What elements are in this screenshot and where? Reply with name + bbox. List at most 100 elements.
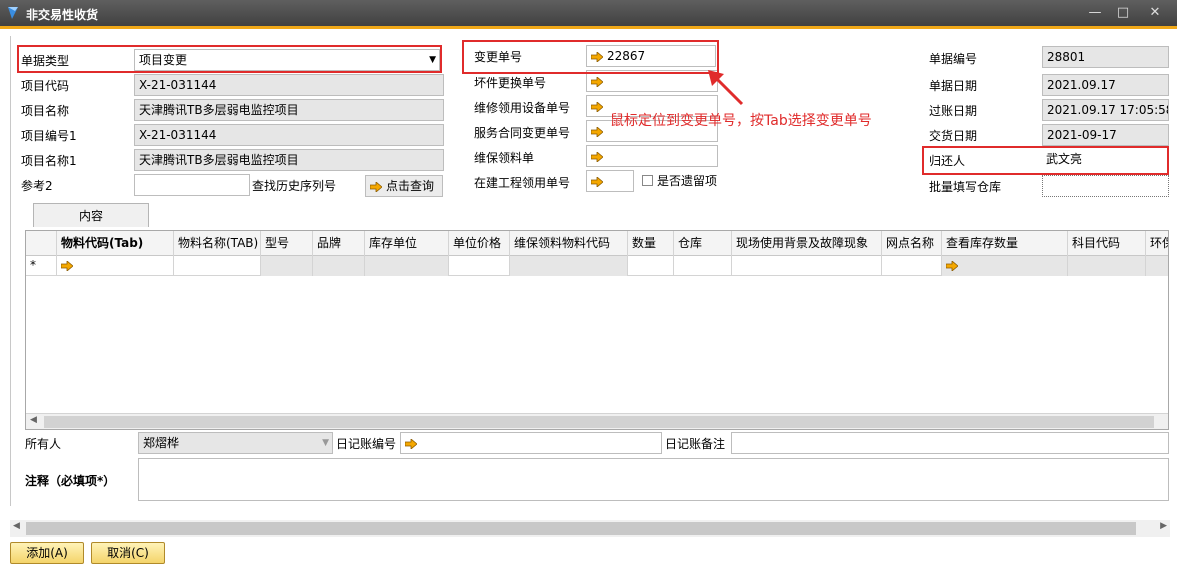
cell-stock-unit	[365, 256, 449, 276]
col-env[interactable]: 环保	[1146, 231, 1168, 256]
cell-material-code[interactable]	[57, 256, 174, 276]
construction-label: 在建工程领用单号	[474, 176, 571, 190]
grid-corner	[26, 231, 57, 256]
query-button-label: 点击查询	[386, 179, 435, 193]
col-material-code[interactable]: 物料代码(Tab)	[57, 231, 174, 256]
project-no1-field[interactable]: X-21-031144	[134, 124, 444, 146]
cell-brand	[313, 256, 365, 276]
app-logo-icon	[8, 7, 18, 19]
arrow-right-icon[interactable]	[591, 151, 603, 162]
remark-label: 注释（必填项*）	[25, 474, 116, 488]
cell-env	[1146, 256, 1168, 276]
col-stock-qty[interactable]: 查看库存数量	[942, 231, 1068, 256]
form-horizontal-scrollbar[interactable]: ◀ ▶	[10, 520, 1170, 537]
journal-note-field[interactable]	[731, 432, 1169, 454]
chevron-down-icon[interactable]: ▼	[322, 433, 329, 453]
col-material-name[interactable]: 物料名称(TAB)	[174, 231, 261, 256]
scroll-left-icon[interactable]: ◀	[30, 415, 37, 425]
highlight-doc-type	[17, 45, 442, 73]
cancel-button[interactable]: 取消(C)	[91, 542, 165, 564]
col-quantity[interactable]: 数量	[628, 231, 674, 256]
arrow-right-icon[interactable]	[61, 260, 73, 271]
col-unit-price[interactable]: 单位价格	[449, 231, 510, 256]
owner-select[interactable]: 郑熠桦 ▼	[138, 432, 333, 454]
query-button[interactable]: 点击查询	[365, 175, 443, 197]
annotation-text: 鼠标定位到变更单号，按Tab选择变更单号	[610, 113, 872, 129]
accent-line	[0, 26, 1177, 29]
close-icon[interactable]: ✕	[1146, 5, 1164, 21]
arrow-right-icon[interactable]	[591, 76, 603, 87]
items-grid: 物料代码(Tab) 物料名称(TAB) 型号 品牌 库存单位 单位价格 维保领料…	[25, 230, 1169, 430]
tab-content[interactable]: 内容	[33, 203, 149, 227]
ref2-label: 参考2	[21, 179, 53, 193]
ref2-field[interactable]	[134, 174, 250, 196]
delivery-date-label: 交货日期	[929, 129, 978, 143]
col-maintenance-code[interactable]: 维保领料物料代码	[510, 231, 628, 256]
scroll-left-icon[interactable]: ◀	[13, 521, 20, 531]
journal-no-field[interactable]	[400, 432, 662, 454]
arrow-right-icon[interactable]	[405, 438, 417, 449]
highlight-change-no	[462, 40, 719, 74]
cell-site-name[interactable]	[882, 256, 942, 276]
grid-header: 物料代码(Tab) 物料名称(TAB) 型号 品牌 库存单位 单位价格 维保领料…	[26, 231, 1168, 256]
posting-date-field[interactable]: 2021.09.17 17:05:58	[1042, 99, 1169, 121]
minimize-icon[interactable]: —	[1086, 5, 1104, 21]
project-no1-label: 项目编号1	[21, 129, 77, 143]
col-brand[interactable]: 品牌	[313, 231, 365, 256]
maintenance-material-label: 维保领料单	[474, 151, 535, 165]
cell-model	[261, 256, 313, 276]
project-code-label: 项目代码	[21, 79, 70, 93]
arrow-right-icon[interactable]	[591, 101, 603, 112]
col-stock-unit[interactable]: 库存单位	[365, 231, 449, 256]
arrow-right-icon[interactable]	[946, 260, 958, 271]
cell-warehouse[interactable]	[674, 256, 732, 276]
project-name1-field[interactable]: 天津腾讯TB多层弱电监控项目	[134, 149, 444, 171]
owner-value: 郑熠桦	[143, 436, 180, 450]
cell-fault-desc[interactable]	[732, 256, 882, 276]
cell-stock-qty[interactable]	[942, 256, 1068, 276]
journal-note-label: 日记账备注	[665, 437, 726, 451]
arrow-right-icon	[370, 181, 382, 192]
col-warehouse[interactable]: 仓库	[674, 231, 732, 256]
table-row[interactable]: *	[26, 256, 1168, 276]
remark-field[interactable]	[138, 458, 1169, 501]
cell-unit-price[interactable]	[449, 256, 510, 276]
batch-warehouse-label: 批量填写仓库	[929, 180, 1002, 194]
doc-date-field[interactable]: 2021.09.17	[1042, 74, 1169, 96]
add-button[interactable]: 添加(A)	[10, 542, 84, 564]
cell-quantity[interactable]	[628, 256, 674, 276]
scroll-right-icon[interactable]: ▶	[1160, 521, 1167, 531]
broken-replace-label: 坏件更换单号	[474, 76, 547, 90]
annotation-arrow-icon	[708, 70, 744, 106]
owner-label: 所有人	[25, 437, 62, 451]
grid-horizontal-scrollbar[interactable]: ◀	[26, 413, 1168, 429]
window-title: 非交易性收货	[26, 8, 99, 22]
arrow-right-icon[interactable]	[591, 176, 603, 187]
arrow-right-icon[interactable]	[591, 126, 603, 137]
project-code-field[interactable]: X-21-031144	[134, 74, 444, 96]
cell-account-code	[1068, 256, 1146, 276]
service-contract-label: 服务合同变更单号	[474, 126, 571, 140]
col-site-name[interactable]: 网点名称	[882, 231, 942, 256]
col-account-code[interactable]: 科目代码	[1068, 231, 1146, 256]
delivery-date-field[interactable]: 2021-09-17	[1042, 124, 1169, 146]
project-name-field[interactable]: 天津腾讯TB多层弱电监控项目	[134, 99, 444, 121]
scroll-thumb[interactable]	[44, 416, 1154, 428]
maintenance-material-field[interactable]	[586, 145, 718, 167]
cell-maintenance-code	[510, 256, 628, 276]
maximize-icon[interactable]: □	[1114, 5, 1132, 21]
cell-material-name[interactable]	[174, 256, 261, 276]
new-row-marker: *	[26, 256, 57, 276]
doc-no-field[interactable]: 28801	[1042, 46, 1169, 68]
posting-date-label: 过账日期	[929, 104, 978, 118]
scroll-thumb[interactable]	[26, 522, 1136, 535]
col-model[interactable]: 型号	[261, 231, 313, 256]
leftover-checkbox[interactable]	[642, 175, 653, 186]
col-fault-desc[interactable]: 现场使用背景及故障现象	[732, 231, 882, 256]
journal-no-label: 日记账编号	[336, 437, 397, 451]
title-bar: 非交易性收货 — □ ✕	[0, 0, 1177, 28]
history-serial-label: 查找历史序列号	[252, 179, 337, 193]
leftover-label: 是否遗留项	[657, 174, 718, 188]
construction-field[interactable]	[586, 170, 634, 192]
batch-warehouse-field[interactable]	[1042, 175, 1169, 197]
